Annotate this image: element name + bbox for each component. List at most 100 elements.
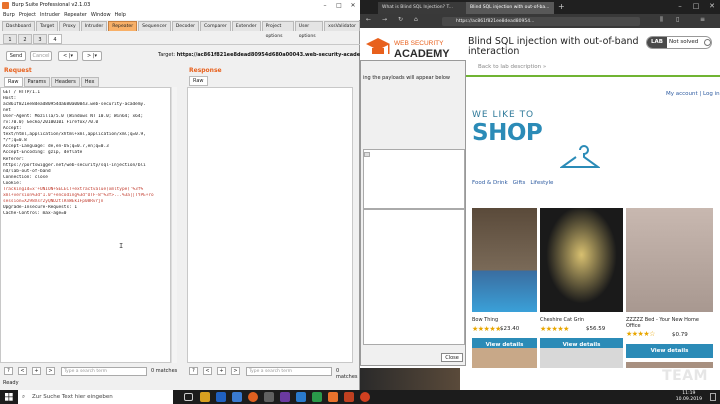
menu-help[interactable]: Help — [115, 11, 126, 20]
tab-user-options[interactable]: User options — [294, 21, 324, 39]
product-image-lower[interactable] — [540, 348, 623, 368]
close-icon[interactable]: ✕ — [346, 0, 360, 11]
tab-sequencer[interactable]: Sequencer — [138, 21, 171, 31]
new-tab-icon[interactable]: + — [558, 2, 565, 11]
menu-project[interactable]: Project — [19, 11, 36, 20]
tab-decoder[interactable]: Decoder — [171, 21, 200, 31]
browser-tab-1[interactable]: What is Blind SQL Injection? T... — [378, 2, 466, 14]
menu-repeater[interactable]: Repeater — [64, 11, 87, 20]
dialog-detail-pane[interactable] — [363, 209, 465, 345]
firefox-icon[interactable] — [248, 392, 258, 402]
app-icon[interactable] — [264, 392, 274, 402]
home-icon[interactable]: ⌂ — [414, 16, 418, 23]
product-image-zzzzz-bed[interactable] — [626, 208, 713, 312]
reload-icon[interactable]: ↻ — [398, 16, 403, 23]
back-to-lab-link[interactable]: Back to lab description » — [478, 64, 546, 70]
target-url: https://ac861f821ee8dead80954d680a00043.… — [176, 52, 380, 58]
dialog-results-table[interactable] — [363, 149, 465, 209]
text-cursor-icon: I — [119, 243, 124, 250]
request-editor[interactable]: GET / HTTP/1.1 Host: ac861f821ee8dead809… — [0, 87, 171, 363]
edge-icon[interactable] — [216, 392, 226, 402]
menu-burp[interactable]: Burp — [3, 11, 15, 20]
tab-dashboard[interactable]: Dashboard — [2, 21, 35, 31]
visual-studio-icon[interactable] — [280, 392, 290, 402]
maximize-icon[interactable]: □ — [332, 0, 346, 11]
forward-arrow-icon[interactable]: → — [382, 16, 387, 23]
search-prev-icon[interactable]: < — [203, 367, 212, 375]
repeater-tab-1[interactable]: 1 — [3, 34, 17, 44]
request-tab-headers[interactable]: Headers — [50, 77, 80, 87]
repeater-tab-2[interactable]: 2 — [18, 34, 32, 44]
page-title: Blind SQL injection with out-of-band int… — [468, 36, 639, 57]
taskbar-search-box[interactable]: ⌕ Zur Suche Text hier eingeben — [18, 390, 173, 404]
tab-project-options[interactable]: Project options — [261, 21, 294, 39]
tab-xssvalidator[interactable]: xssValidator — [324, 21, 360, 31]
tab-proxy[interactable]: Proxy — [59, 21, 80, 31]
column-handle-icon[interactable] — [364, 152, 370, 157]
mail-icon[interactable] — [232, 392, 242, 402]
windows-start-icon[interactable] — [0, 390, 18, 404]
taskbar-search-text: Zur Suche Text hier eingeben — [32, 394, 113, 400]
repeater-tab-4[interactable]: 4 — [48, 34, 62, 44]
category-lifestyle[interactable]: Lifestyle — [530, 180, 553, 186]
search-add-icon[interactable]: + — [32, 367, 41, 375]
close-button[interactable]: Close — [441, 353, 463, 362]
search-add-icon[interactable]: + — [217, 367, 226, 375]
request-tab-params[interactable]: Params — [23, 77, 50, 87]
app-icon[interactable] — [344, 392, 354, 402]
vscode-icon[interactable] — [296, 392, 306, 402]
response-viewer[interactable] — [187, 87, 353, 363]
search-next-icon[interactable]: > — [46, 367, 55, 375]
request-search-input[interactable]: Type a search term — [61, 367, 147, 376]
view-details-button[interactable]: View details — [626, 344, 713, 358]
search-next-icon[interactable]: > — [231, 367, 240, 375]
request-tab-hex[interactable]: Hex — [80, 77, 99, 87]
firefox-taskbar-icon[interactable] — [360, 392, 370, 402]
product-price: $0.79 — [672, 332, 688, 338]
back-arrow-icon[interactable]: ← — [366, 16, 371, 23]
response-search-input[interactable]: Type a search term — [246, 367, 332, 376]
search-prev-icon[interactable]: < — [18, 367, 27, 375]
browser-window-controls: – □ ✕ — [672, 0, 720, 12]
forward-button[interactable]: > |▾ — [82, 51, 102, 61]
file-explorer-icon[interactable] — [200, 392, 210, 402]
repeater-tab-3[interactable]: 3 — [33, 34, 47, 44]
tab-intruder[interactable]: Intruder — [80, 21, 108, 31]
request-scrollbar[interactable] — [171, 87, 177, 363]
category-food-drink[interactable]: Food & Drink — [472, 180, 508, 186]
response-tab-raw[interactable]: Raw — [189, 76, 208, 86]
cancel-button[interactable]: Cancel — [30, 51, 52, 61]
browser-tab-2[interactable]: Blind SQL injection with out-of-ba... — [466, 2, 554, 14]
address-bar[interactable]: https://ac861f821ee8dead80954... — [442, 17, 640, 26]
tab-target[interactable]: Target — [35, 21, 59, 31]
burp-taskbar-icon[interactable] — [328, 392, 338, 402]
menu-icon[interactable]: ≡ — [700, 16, 705, 23]
menu-window[interactable]: Window — [91, 11, 111, 20]
minimize-icon[interactable]: – — [318, 0, 332, 11]
maximize-icon[interactable]: □ — [688, 0, 704, 12]
tab-extender[interactable]: Extender — [231, 21, 261, 31]
library-icon[interactable]: ⫼ — [660, 16, 663, 24]
back-button[interactable]: < |▾ — [58, 51, 78, 61]
tab-repeater[interactable]: Repeater — [108, 21, 138, 31]
task-view-icon[interactable] — [184, 393, 193, 401]
tab-comparer[interactable]: Comparer — [200, 21, 231, 31]
lab-status-badge: LAB Not solved — [646, 36, 712, 49]
help-icon[interactable]: ? — [189, 367, 198, 375]
request-tab-raw[interactable]: Raw — [4, 77, 23, 87]
category-gifts[interactable]: Gifts — [513, 180, 526, 186]
minimize-icon[interactable]: – — [672, 0, 688, 12]
send-button[interactable]: Send — [6, 51, 26, 61]
close-icon[interactable]: ✕ — [704, 0, 720, 12]
product-image-lower[interactable] — [472, 348, 537, 368]
product-image-bow-thing[interactable] — [472, 208, 537, 312]
terminal-icon[interactable] — [312, 392, 322, 402]
request-line: https://portswigger.net/web-security/sql… — [3, 162, 146, 168]
help-icon[interactable]: ? — [4, 367, 13, 375]
product-image-cheshire-cat[interactable] — [540, 208, 623, 312]
sidebar-icon[interactable]: ▯ — [676, 16, 679, 23]
menu-intruder[interactable]: Intruder — [40, 11, 60, 20]
notification-icon[interactable] — [710, 393, 716, 401]
status-circle-icon — [704, 39, 711, 46]
account-login-link[interactable]: My account | Log in — [666, 91, 720, 97]
